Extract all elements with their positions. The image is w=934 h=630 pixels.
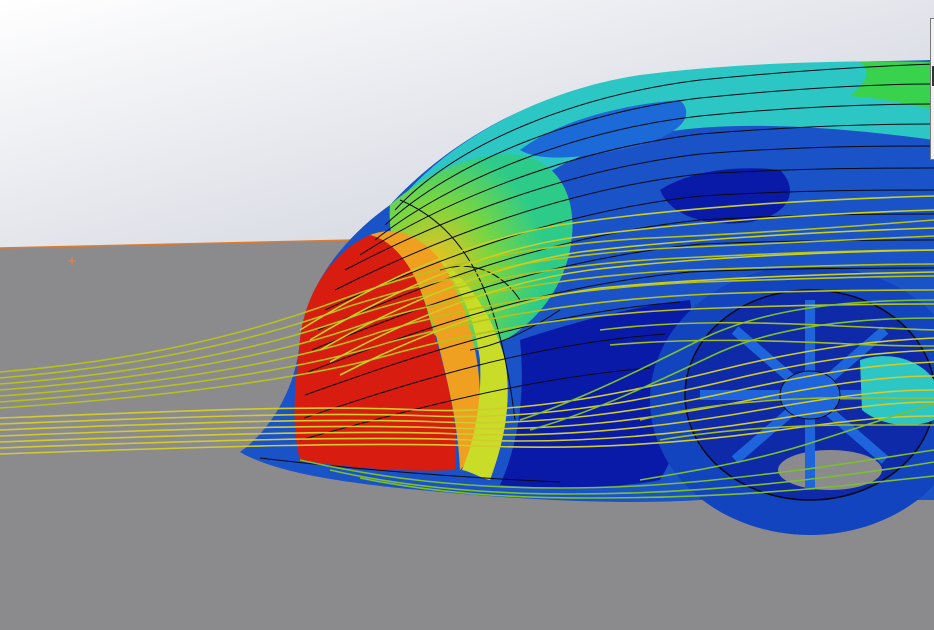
wheel-hub [779,370,841,420]
origin-marker-icon: + [67,254,77,268]
simulation-viewport[interactable]: + [0,0,934,630]
side-panel-edge[interactable] [930,18,934,160]
flow-simulation-scene[interactable]: + [0,0,934,630]
